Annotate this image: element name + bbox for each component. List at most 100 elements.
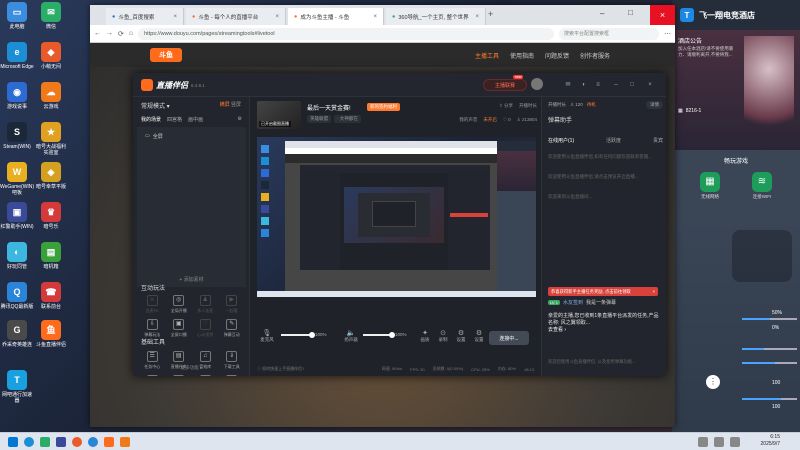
desktop-icon[interactable]: e Microsoft Edge (0, 42, 34, 70)
tool-button[interactable]: ⚑房管助手 (166, 375, 193, 376)
settings-control[interactable]: ⚙ 设置 (451, 329, 471, 343)
share-button[interactable]: ⇪ 分享 (499, 103, 513, 109)
quality-control[interactable]: ✦ 画质 (415, 329, 435, 343)
speaker-control[interactable]: 🔈 扬声器 (341, 329, 361, 343)
nav-link-feedback[interactable]: 问题反馈 (545, 51, 569, 60)
tool-button[interactable]: ◎ 全局开播 (166, 295, 193, 314)
browser-tab-3[interactable]: ● 成为斗鱼主播 - 斗鱼 × (288, 8, 384, 25)
start-icon[interactable] (8, 436, 18, 447)
tray-icon[interactable] (698, 436, 708, 447)
desktop-icon[interactable]: ◈ 暗号幸草平版 (34, 162, 68, 190)
mic-slider[interactable] (281, 332, 315, 338)
extensions-icon[interactable]: ⋯ (664, 30, 671, 38)
room-cover[interactable]: 已开启截图直播 (257, 101, 301, 129)
speaker-slider[interactable] (363, 332, 395, 338)
room-category[interactable]: 英雄联盟 (307, 115, 331, 123)
desktop-icon[interactable]: G 乔采奇英雄连 (0, 320, 34, 348)
tool-button[interactable]: ▶ 一起看 (219, 295, 246, 314)
desktop-icon[interactable]: ★ 暗号大战福利实验室 (34, 122, 68, 156)
desktop-icon[interactable]: ▭ 此电脑 (0, 2, 34, 30)
more-features-link[interactable]: 更多功能 ▸ (133, 365, 250, 371)
tool-button[interactable]: ⟲下播回看 (219, 375, 246, 376)
tool-button[interactable]: ⚙准备设备 (192, 375, 219, 376)
refresh-icon[interactable]: ⟳ (118, 30, 124, 38)
browser-tab-2[interactable]: ● 斗鱼 - 每个人的直播平台 × (186, 8, 286, 25)
douyu-logo[interactable]: 斗鱼 (150, 48, 182, 62)
desktop-icon[interactable]: ◆ 小萌无间 (34, 42, 68, 70)
maximize-icon[interactable]: □ (627, 80, 637, 90)
tool-button[interactable]: ▦弹幕墙 (139, 375, 166, 376)
tool-button[interactable]: ⇩ 弹幕玩法 (139, 319, 166, 338)
desktop-icon[interactable]: ▣ 红警助手(WIN) (0, 202, 34, 230)
tool-button[interactable]: ▣ 全屏口播 (166, 319, 193, 338)
record-control[interactable]: ⊙ 录制 (433, 329, 453, 343)
volume-slider-3[interactable] (742, 362, 797, 364)
close-window-icon[interactable]: × (650, 5, 675, 25)
message-icon[interactable]: ✉ (563, 80, 573, 90)
tab-portrait[interactable]: 竖屏 (231, 102, 241, 108)
task-tip-link[interactable]: 去查看 › (548, 327, 660, 334)
forward-icon[interactable]: → (106, 30, 113, 37)
tab-my-scene[interactable]: 我的场景 (141, 116, 161, 123)
volume-slider-1[interactable] (742, 318, 797, 320)
volume-slider-2[interactable] (742, 348, 797, 350)
nav-link-guide[interactable]: 使用指南 (510, 51, 534, 60)
go-live-button[interactable]: 连接中... (489, 331, 529, 345)
skin-icon[interactable]: ◑ (578, 80, 588, 90)
widget-app-network[interactable]: ▦ 无线网络 (690, 172, 730, 200)
clock[interactable]: 6:15 2025/9/7 (761, 434, 780, 448)
tab-four-grid[interactable]: 四宫格 (167, 116, 182, 123)
url-input[interactable]: https://www.douyu.com/pages/streamingtoo… (138, 27, 554, 40)
tab-landscape[interactable]: 横屏 (220, 102, 230, 108)
volume-tray-icon[interactable] (730, 436, 740, 447)
home-icon[interactable]: ⌂ (129, 30, 133, 37)
desktop-icon[interactable]: 鱼斗鱼直播伴侣 (34, 320, 68, 348)
tool-button[interactable]: ♡ 心动视频 (192, 319, 219, 338)
minimize-icon[interactable]: – (611, 80, 621, 90)
back-icon[interactable]: ← (94, 30, 101, 37)
desktop-icon[interactable]: Q 腾讯QQ最新版 (0, 282, 34, 310)
room-title[interactable]: 最后一天赏金赛! (307, 103, 351, 112)
folder-taskbar-icon[interactable] (120, 436, 130, 447)
avatar[interactable] (531, 78, 543, 90)
tab-vip[interactable]: 贵宾 (653, 137, 663, 144)
tool-button[interactable]: ⚔ 连麦PK (139, 295, 166, 314)
nav-link-tools[interactable]: 主播工具 (475, 51, 499, 60)
reward-notice[interactable]: 恭喜获得新手主播任务奖励, 点击前往领取 × (548, 287, 658, 296)
network-tray-icon[interactable] (714, 436, 724, 447)
tool-button[interactable]: ✎ 弹幕互动 (219, 319, 246, 338)
browser-tab-1[interactable]: ● 斗鱼_百度搜索 × (106, 8, 184, 25)
widget-app-wifi[interactable]: ≋ 连接WIFI (742, 172, 782, 200)
close-icon[interactable]: × (173, 14, 177, 20)
list-item[interactable]: ▭ 全屏 (141, 131, 242, 141)
tool-button[interactable]: ♟ 多人连麦 (192, 295, 219, 314)
room-tag[interactable]: 新的签约福利 (367, 103, 400, 111)
close-icon[interactable]: × (645, 80, 655, 90)
details-button[interactable]: 详情 (646, 101, 663, 109)
volume-slider-4[interactable] (742, 398, 797, 400)
desktop-icon[interactable]: W WeGame(WIN)吧板 (0, 162, 34, 196)
menu-icon[interactable]: ≡ (593, 80, 603, 90)
douyu-taskbar-icon[interactable] (104, 436, 114, 447)
tab-activity[interactable]: 活跃度 (606, 137, 621, 144)
close-icon[interactable]: × (275, 14, 279, 20)
tab-online-users[interactable]: 在线用户(1) (548, 137, 574, 144)
close-icon[interactable]: × (373, 14, 377, 20)
browser-tab-4[interactable]: ● 360导航_一个主页, 整个世界 × (386, 8, 486, 25)
league-button[interactable]: 主播联赛 (483, 79, 527, 91)
desktop-icon[interactable]: ☁ 云游戏 (34, 82, 68, 110)
minimize-icon[interactable]: – (600, 9, 604, 18)
tab-pip[interactable]: 画中画 (188, 116, 203, 123)
desktop-icon[interactable]: ♛ 暗号乐 (34, 202, 68, 230)
chat-username[interactable]: 水友签到 (563, 299, 583, 306)
app-taskbar-icon[interactable] (72, 436, 82, 447)
mic-control[interactable]: 🎙 麦克风 (257, 329, 277, 343)
close-icon[interactable]: × (475, 14, 479, 20)
add-material-button[interactable]: + 添加素材 (137, 276, 246, 283)
wechat-taskbar-icon[interactable] (40, 436, 50, 447)
desktop-icon[interactable]: T 网吧通行加速器 (0, 370, 34, 404)
new-tab-icon[interactable]: + (488, 9, 493, 19)
search-input[interactable]: 搜索平台配置搜索框 (559, 27, 659, 40)
desktop-icon[interactable]: ▤ 暗机箱 (34, 242, 68, 270)
desktop-icon[interactable]: ✉ 微信 (34, 2, 68, 30)
